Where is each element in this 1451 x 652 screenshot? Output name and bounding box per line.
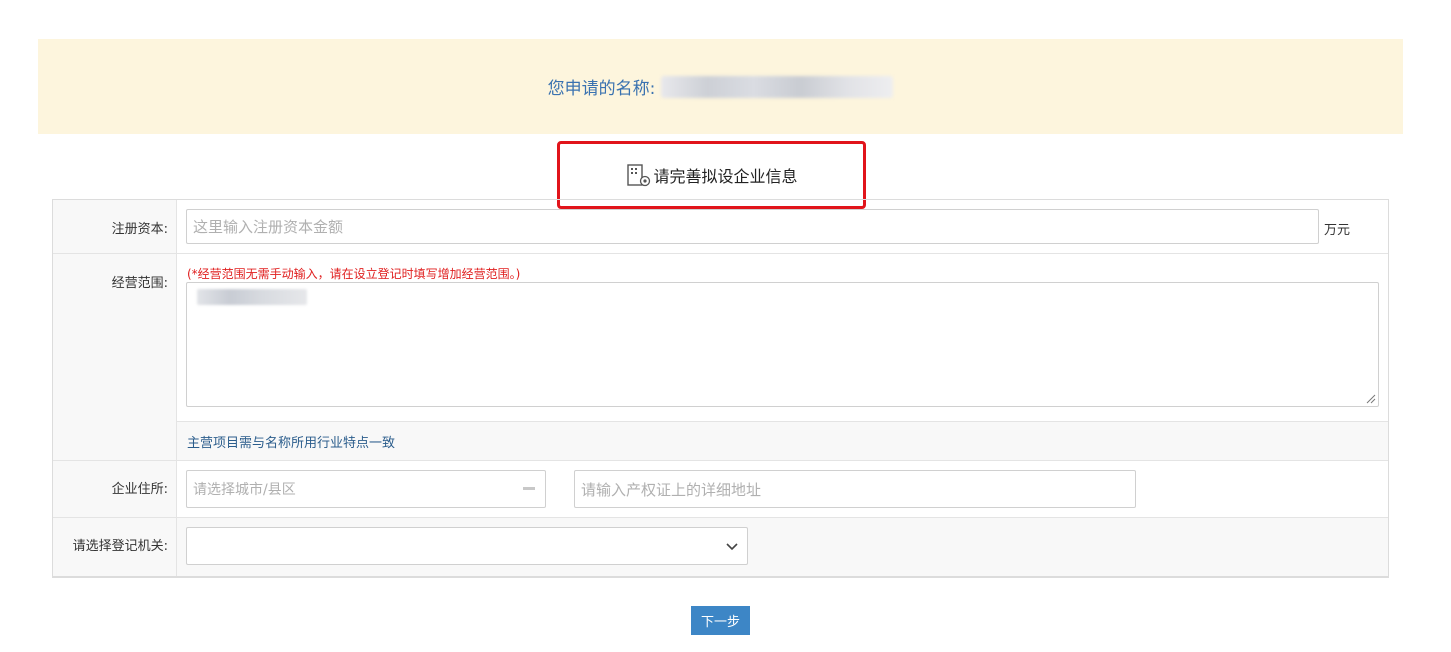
building-icon — [627, 164, 651, 187]
scope-note: (*经营范围无需手动输入，请在设立登记时填写增加经营范围。) — [187, 267, 521, 281]
scope-label: 经营范围: — [53, 254, 177, 460]
scope-hint: 主营项目需与名称所用行业特点一致 — [177, 421, 1388, 460]
authority-select[interactable] — [186, 527, 748, 565]
authority-row: 请选择登记机关: — [53, 518, 1388, 576]
enterprise-info-form: 注册资本: 这里输入注册资本金额 万元 经营范围: (*经营范围无需手动输入，请… — [52, 199, 1389, 578]
capital-input[interactable]: 这里输入注册资本金额 — [186, 209, 1319, 244]
address-row: 企业住所: 请选择城市/县区 请输入产权证上的详细地址 — [53, 461, 1388, 518]
city-picker[interactable]: 请选择城市/县区 — [186, 470, 546, 508]
city-picker-placeholder: 请选择城市/县区 — [193, 482, 296, 498]
scope-textarea[interactable] — [186, 282, 1379, 407]
authority-label: 请选择登记机关: — [53, 518, 177, 576]
name-banner: 您申请的名称: — [38, 39, 1403, 134]
capital-unit: 万元 — [1324, 223, 1351, 238]
scope-content-redacted — [197, 289, 307, 305]
scope-row: 经营范围: (*经营范围无需手动输入，请在设立登记时填写增加经营范围。) 主营项… — [53, 254, 1388, 461]
capital-row: 注册资本: 这里输入注册资本金额 万元 — [53, 200, 1388, 254]
picker-dash-icon — [523, 487, 535, 490]
address-label: 企业住所: — [53, 461, 177, 517]
resize-handle-icon[interactable] — [1364, 392, 1376, 404]
capital-label: 注册资本: — [53, 200, 177, 253]
next-step-button[interactable]: 下一步 — [691, 606, 750, 635]
chevron-down-icon — [726, 543, 738, 551]
applied-name-redacted — [661, 75, 894, 98]
applied-name-label: 您申请的名称: — [547, 79, 656, 99]
detail-address-input[interactable]: 请输入产权证上的详细地址 — [574, 470, 1136, 508]
section-title: 请完善拟设企业信息 — [653, 167, 798, 186]
